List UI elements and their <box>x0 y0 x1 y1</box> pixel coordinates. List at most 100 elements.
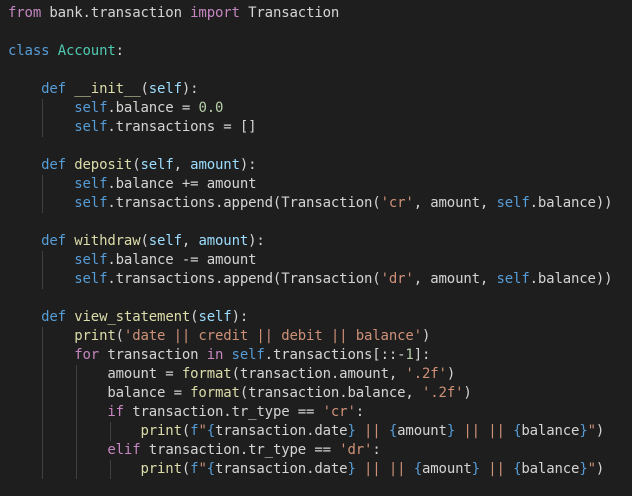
code-token: transaction <box>99 347 207 363</box>
code-token: transaction.tr_type == <box>140 442 340 458</box>
code-token: 0.0 <box>198 100 224 116</box>
code-token: view_statement <box>74 309 191 325</box>
code-line[interactable]: balance = format(transaction.balance, '.… <box>0 384 632 403</box>
code-line[interactable]: self.transactions = [] <box>0 118 632 137</box>
indent-guide <box>42 194 43 213</box>
indent-guide <box>42 403 43 422</box>
indent-guide <box>42 99 43 118</box>
code-editor[interactable]: from bank.transaction import Transaction… <box>0 0 632 496</box>
code-token: balance <box>521 461 580 477</box>
code-line[interactable] <box>0 61 632 80</box>
code-token: withdraw <box>74 233 141 249</box>
code-token: self <box>74 252 108 268</box>
code-line[interactable]: for transaction in self.transactions[::-… <box>0 346 632 365</box>
code-line[interactable] <box>0 213 632 232</box>
indent-guide <box>42 365 43 384</box>
code-token: self <box>148 233 182 249</box>
code-line[interactable]: elif transaction.tr_type == 'dr': <box>0 441 632 460</box>
indent-guide <box>76 403 77 422</box>
code-line[interactable]: print(f"{transaction.date} || {amount} |… <box>0 422 632 441</box>
code-token: } <box>471 461 480 477</box>
code-token: || <box>355 423 389 439</box>
code-token: ( <box>115 328 124 344</box>
code-token: ): <box>239 157 257 173</box>
code-line[interactable]: from bank.transaction import Transaction <box>0 4 632 23</box>
code-token: .transactions = [] <box>107 119 257 135</box>
code-line[interactable]: self.balance += amount <box>0 175 632 194</box>
code-token: { <box>413 461 422 477</box>
code-token: : <box>372 442 381 458</box>
code-token: self <box>231 347 265 363</box>
code-line[interactable]: def view_statement(self): <box>0 308 632 327</box>
code-token: .balance = <box>107 100 199 116</box>
code-line[interactable] <box>0 289 632 308</box>
code-line[interactable]: if transaction.tr_type == 'cr': <box>0 403 632 422</box>
code-token: : <box>355 404 365 420</box>
code-line[interactable] <box>0 137 632 156</box>
indent-guide <box>42 460 43 479</box>
code-token: from <box>8 5 42 21</box>
code-token: transaction.tr_type == <box>123 404 323 420</box>
code-token: transaction.date <box>215 461 348 477</box>
code-token: ]: <box>413 347 431 363</box>
code-token: ): <box>181 81 199 97</box>
code-line[interactable]: print(f"{transaction.date} || || {amount… <box>0 460 632 479</box>
code-token: self <box>74 176 108 192</box>
code-token: self <box>496 271 530 287</box>
indent-guide <box>76 365 77 384</box>
code-line[interactable]: amount = format(transaction.amount, '.2f… <box>0 365 632 384</box>
code-token: ) <box>421 328 431 344</box>
code-token: .balance += amount <box>107 176 257 192</box>
code-token: 1 <box>405 347 414 363</box>
code-token: || || <box>355 461 414 477</box>
code-token: ( <box>181 461 191 477</box>
code-line[interactable] <box>0 23 632 42</box>
code-token: '.2f' <box>421 385 464 401</box>
code-token: , <box>181 233 199 249</box>
code-token: 'date || credit || debit || balance' <box>123 328 422 344</box>
code-token: transaction.date <box>215 423 348 439</box>
code-line[interactable]: def deposit(self, amount): <box>0 156 632 175</box>
code-line[interactable]: self.balance -= amount <box>0 251 632 270</box>
code-token: amount <box>190 157 240 173</box>
code-token: def <box>41 233 66 249</box>
code-token: print <box>74 328 116 344</box>
code-token: ( <box>140 81 149 97</box>
code-token: " <box>587 423 596 439</box>
code-token: Transaction <box>239 5 340 21</box>
code-line[interactable]: self.transactions.append(Transaction('cr… <box>0 194 632 213</box>
code-token: class <box>8 43 50 59</box>
indent-guide <box>42 346 43 365</box>
code-token: .transactions.append(Transaction( <box>107 271 381 287</box>
code-token: 'dr' <box>339 442 373 458</box>
indent-guide <box>42 441 43 460</box>
code-token: .balance -= amount <box>107 252 257 268</box>
code-token: } <box>347 461 356 477</box>
code-token: self <box>74 100 108 116</box>
code-line[interactable]: self.transactions.append(Transaction('dr… <box>0 270 632 289</box>
code-token: , amount, <box>413 195 497 211</box>
code-token: self <box>140 157 174 173</box>
code-token: import <box>190 5 240 21</box>
indent-guide <box>42 270 43 289</box>
code-line[interactable]: print('date || credit || debit || balanc… <box>0 327 632 346</box>
code-token: .balance)) <box>529 271 613 287</box>
code-token: } <box>347 423 356 439</box>
code-token: ) <box>595 423 605 439</box>
code-line[interactable]: def __init__(self): <box>0 80 632 99</box>
code-token: 'cr' <box>380 195 414 211</box>
code-token: || || <box>455 423 514 439</box>
code-token: deposit <box>74 157 133 173</box>
code-token: self <box>496 195 530 211</box>
code-line[interactable]: self.balance = 0.0 <box>0 99 632 118</box>
code-line[interactable]: class Account: <box>0 42 632 61</box>
code-line[interactable]: def withdraw(self, amount): <box>0 232 632 251</box>
code-token: .transactions[::- <box>264 347 406 363</box>
